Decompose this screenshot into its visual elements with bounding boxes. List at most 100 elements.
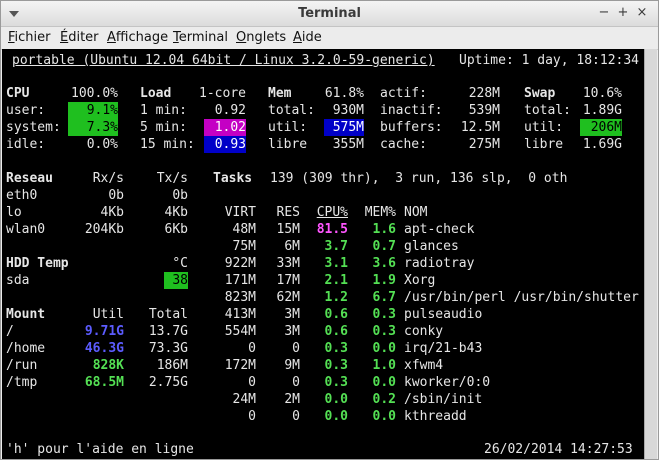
mount-row: /run 828K 186M (6, 357, 188, 374)
proc-header-cpu[interactable]: CPU% (306, 204, 348, 221)
load-15min: 0.93 (204, 136, 246, 153)
proc-name: Xorg (404, 273, 436, 288)
mem-pct: 61.8% (324, 86, 364, 101)
proc-virt: 823M (224, 290, 256, 305)
menu-fichier[interactable]: Fichier (8, 30, 51, 45)
swap-total: 1.89G (582, 103, 622, 118)
mem-actif: 228M (468, 86, 500, 101)
proc-cpu: 0.3 (324, 375, 348, 390)
maximize-button[interactable]: + (616, 6, 630, 20)
menu-onglets[interactable]: Onglets (236, 30, 286, 45)
proc-header-name[interactable]: NOM (404, 204, 427, 221)
menu-aide[interactable]: Aide (293, 30, 322, 45)
network-header-row: Reseau Rx/s Tx/s Tasks 139 (309 thr), 3 … (6, 170, 567, 187)
host-info: portable (Ubuntu 12.04 64bit / Linux 3.2… (12, 53, 435, 68)
mount-used: 46.3G (84, 341, 124, 356)
hdd-sensor: sda (6, 273, 30, 288)
tasks-summary: 139 (309 thr), 3 run, 136 slp, 0 oth (270, 171, 568, 186)
proc-cpu: 2.1 (324, 273, 348, 288)
network-row: lo 4Kb 4Kb VIRT RES CPU% MEM% NOM (6, 204, 427, 221)
mount-total: 73.3G (148, 341, 188, 356)
iface-tx: 4Kb (164, 205, 188, 220)
proc-cpu: 0.0 (324, 392, 348, 407)
proc-name: radiotray (404, 256, 475, 271)
iface-name: wlan0 (6, 222, 46, 237)
load-1min: 0.92 (214, 103, 246, 118)
title-bar[interactable]: Terminal − + × (1, 1, 658, 27)
swap-util-label: util: (524, 120, 564, 135)
swap-util: 206M (580, 119, 622, 136)
load-1min-label: 1 min: (140, 103, 187, 118)
menu-bar: Fichier Éditer Affichage Terminal Onglet… (1, 27, 658, 50)
help-hint: 'h' pour l'aide en ligne (6, 442, 194, 457)
proc-res: 33M (276, 256, 300, 271)
network-rx-header: Rx/s (92, 171, 124, 186)
proc-res: 2M (284, 392, 300, 407)
proc-name: glances (404, 239, 459, 254)
summary-row-3: system: 7.3% 5 min: 1.02 util: 575M buff… (6, 119, 622, 136)
proc-cpu: 3.1 (324, 256, 348, 271)
mount-header-row: Mount Util Total (6, 306, 188, 323)
close-button[interactable]: × (635, 6, 649, 20)
load-label: Load (140, 86, 172, 101)
proc-virt: 922M (224, 256, 256, 271)
mount-row: /tmp 68.5M 2.75G (6, 374, 188, 391)
proc-res: 9M (284, 358, 300, 373)
swap-pct: 10.6% (582, 86, 622, 101)
menu-affichage[interactable]: Affichage (107, 30, 168, 45)
mem-buffers: 12.5M (460, 120, 500, 135)
datetime: 26/02/2014 14:27:53 (484, 442, 633, 457)
proc-res: 6M (284, 239, 300, 254)
load-15min-label: 15 min: (140, 137, 195, 152)
mount-path: /tmp (6, 375, 38, 390)
mem-total: 930M (332, 103, 364, 118)
hdd-temp: 38 (164, 272, 188, 289)
proc-virt: 0 (248, 341, 256, 356)
network-row: eth0 0b 0b (6, 187, 188, 204)
mount-util-header: Util (92, 307, 124, 322)
mount-used: 68.5M (84, 375, 124, 390)
proc-virt: 413M (224, 307, 256, 322)
proc-virt: 24M (232, 392, 256, 407)
proc-header-mem[interactable]: MEM% (352, 204, 396, 221)
menu-terminal[interactable]: Terminal (173, 30, 228, 45)
proc-mem: 0.0 (372, 375, 396, 390)
menu-editer[interactable]: Éditer (60, 30, 99, 45)
swap-label: Swap (524, 86, 556, 101)
terminal-screen[interactable]: portable (Ubuntu 12.04 64bit / Linux 3.2… (2, 49, 657, 459)
proc-res: 0 (292, 341, 300, 356)
mem-cache: 275M (468, 137, 500, 152)
terminal-window: Terminal − + × Fichier Éditer Affichage … (0, 0, 659, 460)
proc-virt: 0 (248, 409, 256, 424)
hdd-row: sda 38 (6, 272, 188, 289)
proc-mem: 1.0 (372, 358, 396, 373)
proc-res: 3M (284, 324, 300, 339)
cpu-total: 100.0% (71, 86, 118, 101)
mount-label: Mount (6, 307, 46, 322)
tasks-label: Tasks (213, 171, 253, 186)
cpu-user: 9.1% (68, 102, 118, 119)
mount-used: 9.71G (84, 324, 124, 339)
proc-mem: 0.0 (372, 409, 396, 424)
footer-row: 'h' pour l'aide en ligne 26/02/2014 14:2… (6, 441, 633, 458)
mount-row: /home 46.3G 73.3G (6, 340, 188, 357)
proc-res: 0 (292, 375, 300, 390)
mem-inactif: 539M (468, 103, 500, 118)
mount-path: / (6, 324, 14, 339)
mount-total-header: Total (148, 307, 188, 322)
uptime: Uptime: 1 day, 18:12:34 (459, 53, 640, 68)
scrollbar[interactable] (644, 49, 657, 459)
proc-name: /usr/bin/perl /usr/bin/shutter (404, 290, 639, 305)
summary-row-4: idle: 0.0% 15 min: 0.93 libre 355M cache… (6, 136, 622, 153)
proc-cpu: 0.3 (324, 341, 348, 356)
minimize-button[interactable]: − (597, 6, 611, 20)
mem-cache-label: cache: (380, 137, 427, 152)
cpu-user-label: user: (6, 103, 46, 118)
proc-mem: 0.2 (372, 392, 396, 407)
proc-mem: 0.3 (372, 307, 396, 322)
mount-total: 2.75G (148, 375, 188, 390)
window-title: Terminal (298, 6, 361, 21)
proc-cpu: 81.5 (316, 222, 348, 237)
proc-res: 3M (284, 307, 300, 322)
proc-res: 0 (292, 409, 300, 424)
